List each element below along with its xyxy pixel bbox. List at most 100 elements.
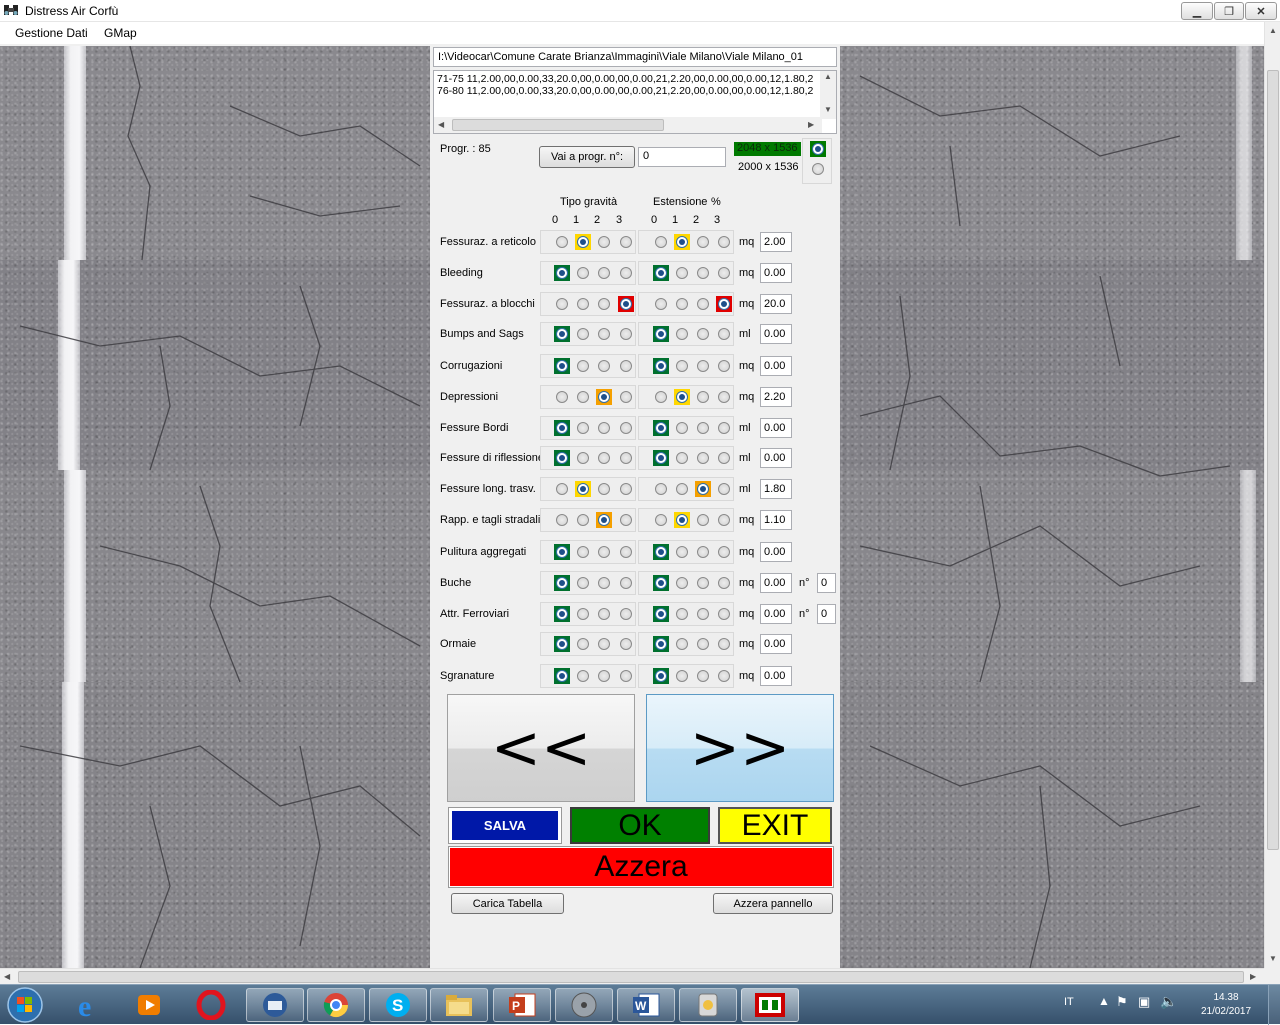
- quantity-input[interactable]: 20.0: [760, 294, 792, 314]
- taskbar-skype[interactable]: S: [369, 988, 427, 1022]
- scroll-left-icon[interactable]: ◀: [438, 120, 444, 129]
- extension-level-0-radio[interactable]: [655, 514, 667, 526]
- taskbar-file-explorer[interactable]: [430, 988, 488, 1022]
- extension-level-0-radio[interactable]: [655, 670, 667, 682]
- gravity-level-2-radio[interactable]: [598, 546, 610, 558]
- gravity-level-1-radio[interactable]: [577, 298, 589, 310]
- gravity-level-0-radio[interactable]: [556, 577, 568, 589]
- gravity-level-3-radio[interactable]: [620, 514, 632, 526]
- textarea-vertical-scrollbar[interactable]: ▲ ▼: [820, 71, 836, 119]
- gravity-level-1-radio[interactable]: [577, 236, 589, 248]
- extension-level-2-radio[interactable]: [697, 546, 709, 558]
- extension-level-3-radio[interactable]: [718, 546, 730, 558]
- quantity-input[interactable]: 0.00: [760, 542, 792, 562]
- scroll-down-icon[interactable]: ▼: [824, 105, 832, 114]
- extension-level-2-radio[interactable]: [697, 638, 709, 650]
- quantity-input[interactable]: 2.20: [760, 387, 792, 407]
- gravity-level-2-radio[interactable]: [598, 360, 610, 372]
- quantity-input[interactable]: 0.00: [760, 324, 792, 344]
- gravity-level-2-radio[interactable]: [598, 391, 610, 403]
- restore-button[interactable]: ❐: [1214, 2, 1244, 20]
- scroll-right-icon[interactable]: ▶: [808, 120, 814, 129]
- extension-level-1-radio[interactable]: [676, 391, 688, 403]
- extension-level-1-radio[interactable]: [676, 360, 688, 372]
- gravity-level-1-radio[interactable]: [577, 577, 589, 589]
- textarea-horizontal-scrollbar[interactable]: ◀ ▶: [434, 117, 822, 133]
- extension-level-1-radio[interactable]: [676, 514, 688, 526]
- extension-level-0-radio[interactable]: [655, 391, 667, 403]
- gravity-level-2-radio[interactable]: [598, 483, 610, 495]
- main-horizontal-scrollbar[interactable]: ◀ ▶: [0, 968, 1264, 984]
- quantity-input[interactable]: 0.00: [760, 418, 792, 438]
- gravity-level-3-radio[interactable]: [620, 483, 632, 495]
- gravity-level-0-radio[interactable]: [556, 608, 568, 620]
- gravity-level-3-radio[interactable]: [620, 391, 632, 403]
- extension-level-3-radio[interactable]: [718, 670, 730, 682]
- salva-button-frame[interactable]: SALVA: [448, 807, 562, 844]
- previous-button[interactable]: <<: [447, 694, 635, 802]
- extension-level-1-radio[interactable]: [676, 422, 688, 434]
- extension-level-0-radio[interactable]: [655, 452, 667, 464]
- extension-level-3-radio[interactable]: [718, 638, 730, 650]
- extension-level-1-radio[interactable]: [676, 546, 688, 558]
- extension-level-2-radio[interactable]: [697, 328, 709, 340]
- gravity-level-0-radio[interactable]: [556, 360, 568, 372]
- extension-level-1-radio[interactable]: [676, 670, 688, 682]
- gravity-level-3-radio[interactable]: [620, 577, 632, 589]
- extension-level-1-radio[interactable]: [676, 298, 688, 310]
- extension-level-1-radio[interactable]: [676, 452, 688, 464]
- gravity-level-3-radio[interactable]: [620, 608, 632, 620]
- extension-level-3-radio[interactable]: [718, 391, 730, 403]
- taskbar-media-player[interactable]: [120, 988, 178, 1022]
- gravity-level-2-radio[interactable]: [598, 328, 610, 340]
- gravity-level-0-radio[interactable]: [556, 638, 568, 650]
- quantity-input[interactable]: 0.00: [760, 573, 792, 593]
- gravity-level-0-radio[interactable]: [556, 483, 568, 495]
- gravity-level-1-radio[interactable]: [577, 422, 589, 434]
- gravity-level-2-radio[interactable]: [598, 608, 610, 620]
- next-button[interactable]: >>: [646, 694, 834, 802]
- scroll-right-icon[interactable]: ▶: [1250, 972, 1256, 981]
- system-clock[interactable]: 14.38 21/02/2017: [1196, 991, 1256, 1019]
- gravity-level-0-radio[interactable]: [556, 236, 568, 248]
- extension-level-2-radio[interactable]: [697, 514, 709, 526]
- menu-gmap[interactable]: GMap: [104, 26, 137, 40]
- salva-button[interactable]: SALVA: [452, 811, 558, 840]
- ok-button[interactable]: OK: [570, 807, 710, 844]
- extension-level-2-radio[interactable]: [697, 670, 709, 682]
- goto-progr-button[interactable]: Vai a progr. n°:: [539, 146, 635, 168]
- gravity-level-0-radio[interactable]: [556, 267, 568, 279]
- gravity-level-2-radio[interactable]: [598, 236, 610, 248]
- extension-level-0-radio[interactable]: [655, 546, 667, 558]
- gravity-level-3-radio[interactable]: [620, 360, 632, 372]
- gravity-level-0-radio[interactable]: [556, 328, 568, 340]
- extension-level-2-radio[interactable]: [697, 360, 709, 372]
- extension-level-3-radio[interactable]: [718, 360, 730, 372]
- extension-level-2-radio[interactable]: [697, 608, 709, 620]
- extension-level-3-radio[interactable]: [718, 483, 730, 495]
- taskbar-tools[interactable]: [679, 988, 737, 1022]
- gravity-level-1-radio[interactable]: [577, 328, 589, 340]
- gravity-level-1-radio[interactable]: [577, 483, 589, 495]
- gravity-level-1-radio[interactable]: [577, 452, 589, 464]
- gravity-level-1-radio[interactable]: [577, 638, 589, 650]
- extension-level-0-radio[interactable]: [655, 236, 667, 248]
- gravity-level-0-radio[interactable]: [556, 670, 568, 682]
- extension-level-3-radio[interactable]: [718, 577, 730, 589]
- quantity-input[interactable]: 0.00: [760, 604, 792, 624]
- extension-level-0-radio[interactable]: [655, 577, 667, 589]
- scroll-up-icon[interactable]: ▲: [824, 72, 832, 81]
- scroll-left-icon[interactable]: ◀: [4, 972, 10, 981]
- quantity-input[interactable]: 0.00: [760, 448, 792, 468]
- data-records-textarea[interactable]: 71-75 11,2.00,00,0.00,33,20.0,00,0.00,00…: [433, 70, 837, 134]
- gravity-level-0-radio[interactable]: [556, 298, 568, 310]
- scroll-up-icon[interactable]: ▲: [1269, 26, 1277, 35]
- textarea-scroll-thumb[interactable]: [452, 119, 664, 131]
- volume-icon[interactable]: 🔈: [1160, 993, 1177, 1010]
- gravity-level-3-radio[interactable]: [620, 670, 632, 682]
- gravity-level-3-radio[interactable]: [620, 638, 632, 650]
- taskbar-thunderbird[interactable]: [246, 988, 304, 1022]
- extension-level-3-radio[interactable]: [718, 267, 730, 279]
- extension-level-2-radio[interactable]: [697, 452, 709, 464]
- extension-level-2-radio[interactable]: [697, 577, 709, 589]
